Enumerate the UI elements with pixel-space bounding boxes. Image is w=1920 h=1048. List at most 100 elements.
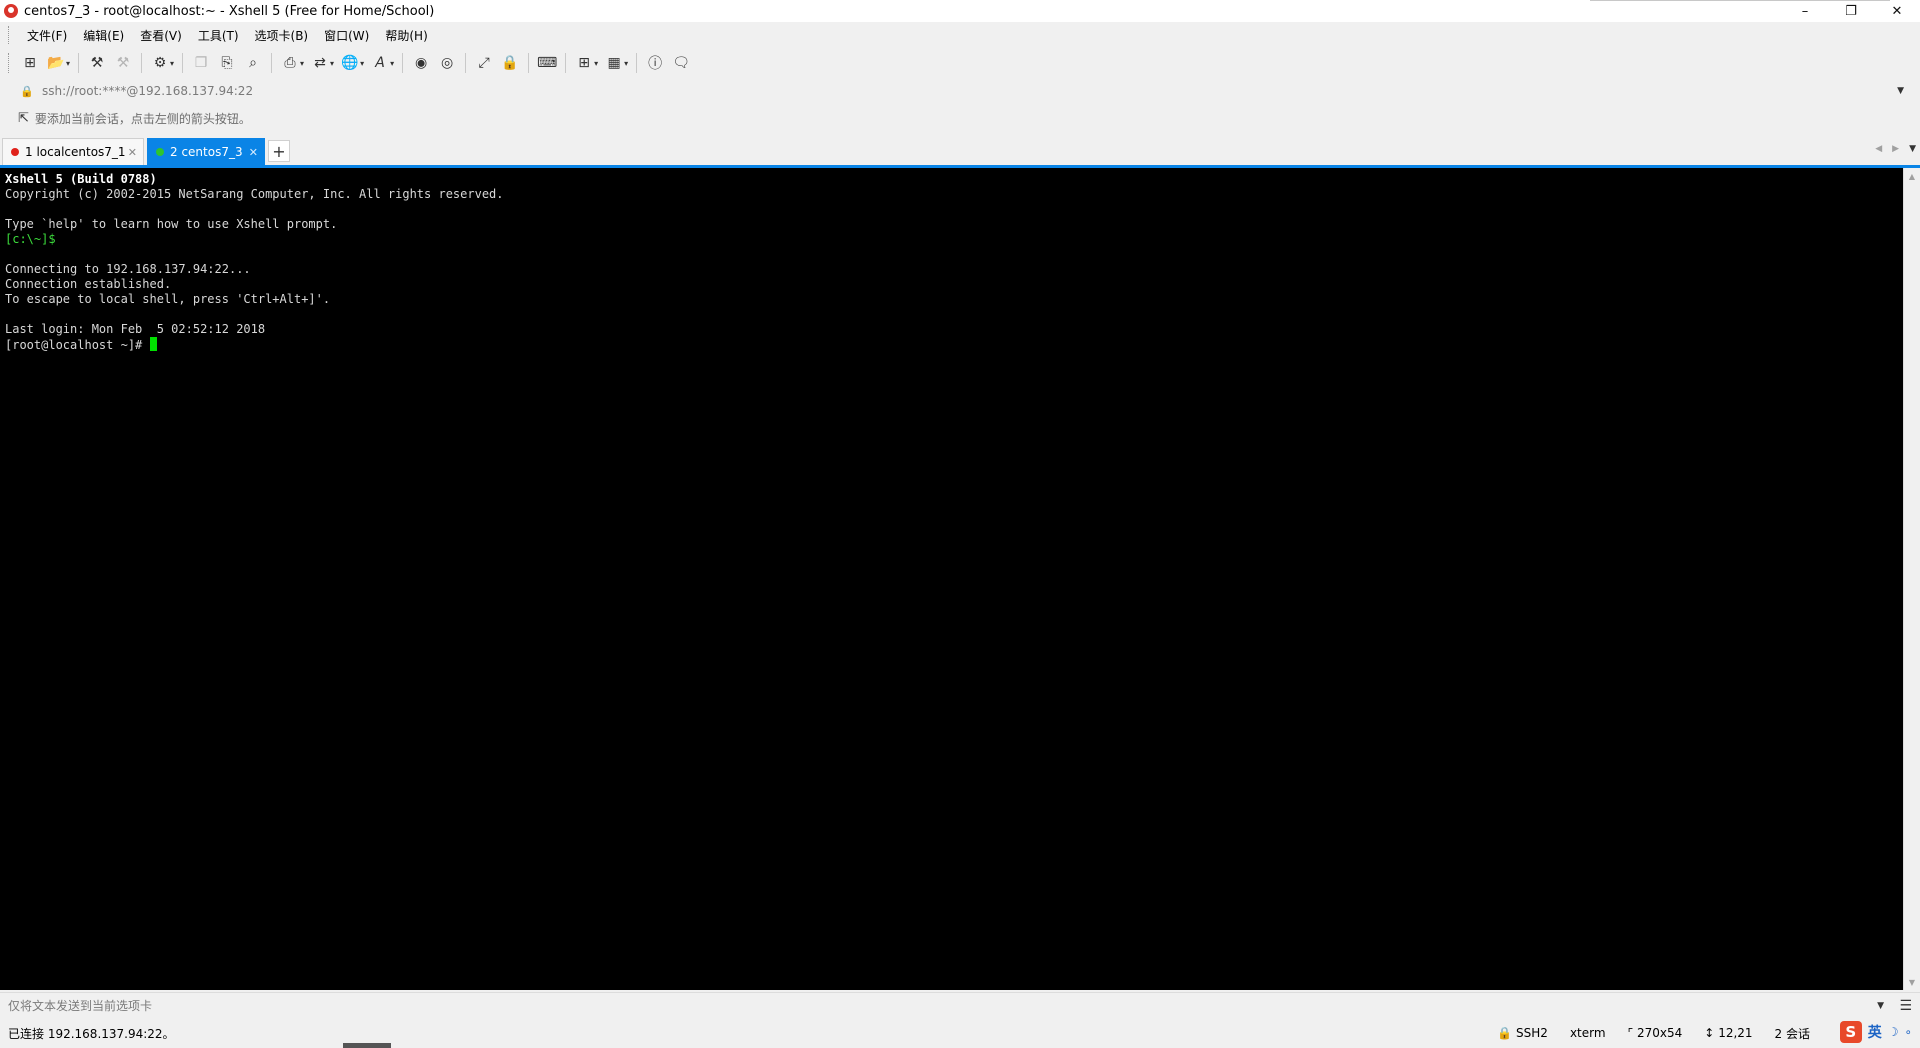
cursor-pos-icon: ↕ xyxy=(1704,1026,1715,1040)
toolbar-separator xyxy=(182,53,184,73)
reconnect-icon[interactable]: ⚒ xyxy=(86,52,108,74)
menu-file[interactable]: 文件(F) xyxy=(19,27,75,44)
terminal-line: To escape to local shell, press 'Ctrl+Al… xyxy=(5,292,331,306)
transfer-icon[interactable]: ⇄ xyxy=(309,52,331,74)
disconnect-icon[interactable]: ⚒ xyxy=(112,52,134,74)
chevron-down-icon[interactable]: ▼ xyxy=(1897,86,1904,96)
new-session-icon[interactable]: ⊞ xyxy=(19,52,41,74)
paste-icon[interactable]: ⎘ xyxy=(216,52,238,74)
chevron-down-icon[interactable]: ▾ xyxy=(66,59,70,68)
font-icon[interactable]: A xyxy=(369,52,391,74)
lock-icon[interactable]: 🔒 xyxy=(499,52,521,74)
tab-bar: 1 localcentos7_1 ✕ 2 centos7_3 ✕ + ◀ ▶ ▼ xyxy=(0,138,1920,166)
scroll-up-icon[interactable]: ▲ xyxy=(1904,168,1920,184)
layout-icon[interactable]: ▦ xyxy=(603,52,625,74)
disconnected-status-icon xyxy=(11,148,19,156)
tab-label: 1 localcentos7_1 xyxy=(25,145,126,159)
xftp-icon[interactable]: ◉ xyxy=(410,52,432,74)
toolbar-separator xyxy=(271,53,273,73)
keyboard-icon[interactable]: ⌨ xyxy=(536,52,558,74)
ime-settings-icon[interactable]: ∘ xyxy=(1904,1025,1912,1039)
ime-indicator[interactable]: S 英 ☽ ∘ xyxy=(1839,1021,1912,1043)
ime-language[interactable]: 英 xyxy=(1868,1022,1882,1042)
new-tab-button[interactable]: + xyxy=(268,140,290,162)
close-icon[interactable]: ✕ xyxy=(128,146,137,159)
menu-edit[interactable]: 编辑(E) xyxy=(75,27,132,44)
protocol-text: SSH2 xyxy=(1516,1026,1548,1040)
menu-tools[interactable]: 工具(T) xyxy=(190,27,247,44)
menu-window[interactable]: 窗口(W) xyxy=(316,27,377,44)
terminal-line: Last login: Mon Feb 5 02:52:12 2018 xyxy=(5,322,266,336)
tab-next-icon[interactable]: ▶ xyxy=(1892,144,1899,154)
close-icon[interactable]: ✕ xyxy=(249,146,258,159)
cursor-position-status: ↕ 12,21 xyxy=(1704,1026,1752,1040)
session-hint-bar: ⇱ 要添加当前会话，点击左侧的箭头按钮。 xyxy=(8,106,1912,130)
chevron-down-icon[interactable]: ▾ xyxy=(360,59,364,68)
address-text[interactable]: ssh://root:****@192.168.137.94:22 xyxy=(42,84,253,98)
terminal-line: Type `help' to learn how to use Xshell p… xyxy=(5,217,338,231)
tab-list-icon[interactable]: ▼ xyxy=(1909,144,1916,154)
menu-icon[interactable]: ☰ xyxy=(1899,998,1912,1014)
cursor-position-text: 12,21 xyxy=(1718,1026,1753,1040)
sogou-logo-icon[interactable]: S xyxy=(1839,1021,1862,1043)
moon-icon[interactable]: ☽ xyxy=(1888,1025,1899,1039)
protocol-status: 🔒 SSH2 xyxy=(1497,1026,1548,1040)
menu-tabs[interactable]: 选项卡(B) xyxy=(247,27,317,44)
toolbar-grip[interactable] xyxy=(8,53,11,73)
chevron-down-icon[interactable]: ▾ xyxy=(594,59,598,68)
menu-help[interactable]: 帮助(H) xyxy=(377,27,435,44)
compose-input[interactable] xyxy=(8,995,1878,1016)
chevron-down-icon[interactable]: ▼ xyxy=(1877,1001,1884,1011)
terminal-output[interactable]: Xshell 5 (Build 0788) Copyright (c) 2002-… xyxy=(0,168,1903,990)
tab-navigation: ◀ ▶ ▼ xyxy=(1875,144,1916,154)
toolbar: ⊞ 📂 ▾ ⚒ ⚒ ⚙ ▾ ❐ ⎘ ⌕ ⎙ ▾ ⇄ ▾ 🌐 ▾ A ▾ ◉ ◎ ⤢ 🔒 ⌨ … xyxy=(0,48,1920,78)
toolbar-separator xyxy=(402,53,404,73)
shell-prompt: [root@localhost ~]# xyxy=(5,338,150,352)
terminal-line: Connecting to 192.168.137.94:22... xyxy=(5,262,251,276)
session-count-status: 2 会话 xyxy=(1774,1026,1810,1041)
find-icon[interactable]: ⌕ xyxy=(242,52,264,74)
chat-icon[interactable]: 🗨 xyxy=(670,52,692,74)
globe-icon[interactable]: 🌐 xyxy=(339,52,361,74)
fullscreen-icon[interactable]: ⤢ xyxy=(473,52,495,74)
chevron-down-icon[interactable]: ▾ xyxy=(624,59,628,68)
toolbar-separator xyxy=(78,53,80,73)
terminal-scrollbar[interactable]: ▲ ▼ xyxy=(1903,168,1920,990)
terminal-line: Connection established. xyxy=(5,277,172,291)
add-session-arrow-icon[interactable]: ⇱ xyxy=(18,111,29,126)
terminal-type-status: xterm xyxy=(1569,1026,1606,1040)
script-icon[interactable]: ◎ xyxy=(436,52,458,74)
chevron-down-icon[interactable]: ▾ xyxy=(330,59,334,68)
toolbar-separator xyxy=(565,53,567,73)
help-icon[interactable]: ⓘ xyxy=(644,52,666,74)
close-button[interactable]: ✕ xyxy=(1874,0,1920,22)
terminal-line: Copyright (c) 2002-2015 NetSarang Comput… xyxy=(5,187,504,201)
chevron-down-icon[interactable]: ▾ xyxy=(170,59,174,68)
lock-icon: 🔒 xyxy=(20,84,34,98)
menu-grip[interactable] xyxy=(8,26,11,44)
terminal-line: Xshell 5 (Build 0788) xyxy=(5,172,157,186)
menu-view[interactable]: 查看(V) xyxy=(132,27,190,44)
tab-prev-icon[interactable]: ◀ xyxy=(1875,144,1882,154)
menu-bar: 文件(F) 编辑(E) 查看(V) 工具(T) 选项卡(B) 窗口(W) 帮助(… xyxy=(0,22,1920,48)
scroll-down-icon[interactable]: ▼ xyxy=(1904,974,1920,990)
properties-icon[interactable]: ⚙ xyxy=(149,52,171,74)
chevron-down-icon[interactable]: ▾ xyxy=(300,59,304,68)
tab-localcentos7-1[interactable]: 1 localcentos7_1 ✕ xyxy=(2,138,144,165)
copy-icon[interactable]: ❐ xyxy=(190,52,212,74)
add-icon[interactable]: ⊞ xyxy=(573,52,595,74)
open-folder-icon[interactable]: 📂 xyxy=(45,52,67,74)
chevron-down-icon[interactable]: ▾ xyxy=(390,59,394,68)
tab-label: 2 centos7_3 xyxy=(170,145,243,159)
address-bar[interactable]: 🔒 ssh://root:****@192.168.137.94:22 ▼ xyxy=(8,80,1912,102)
toolbar-separator xyxy=(528,53,530,73)
print-icon[interactable]: ⎙ xyxy=(279,52,301,74)
terminal-size-status: ⌜ 270x54 xyxy=(1628,1026,1683,1040)
minimize-button[interactable]: – xyxy=(1782,0,1828,22)
tab-centos7-3[interactable]: 2 centos7_3 ✕ xyxy=(147,138,265,165)
restore-button[interactable]: ❐ xyxy=(1828,0,1874,22)
toolbar-separator xyxy=(636,53,638,73)
